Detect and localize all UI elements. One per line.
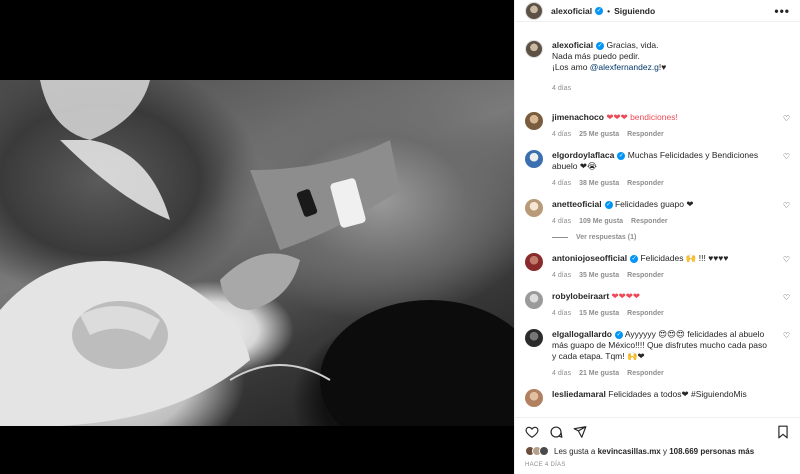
comment-time: 4 días (552, 310, 572, 317)
comment-text: Felicidades a todos❤ #SiguiendoMis (608, 389, 747, 399)
comment-avatar[interactable] (525, 150, 543, 168)
comment-text: ❤❤❤ bendiciones! (606, 112, 678, 122)
verified-icon: ✓ (630, 254, 639, 263)
comment-username[interactable]: elgordoylaflaca (552, 150, 614, 160)
likes-middle: y (660, 446, 670, 456)
comment-likes[interactable]: 35 Me gusta (579, 272, 619, 279)
post-panel: alexoficial ✓ • Siguiendo ••• alexoficia… (514, 0, 800, 474)
comment-time: 4 días (552, 180, 572, 187)
view-replies-button[interactable]: Ver respuestas (1) (552, 234, 790, 241)
caption: alexoficial ✓ Gracias, vida. Nada más pue… (525, 22, 790, 73)
comment-like-heart-icon[interactable]: ♡ (783, 293, 790, 302)
comments-list[interactable]: alexoficial ✓ Gracias, vida. Nada más pue… (515, 22, 800, 417)
comment-item: elgordoylaflaca ✓ Muchas Felicidades y Be… (525, 150, 790, 187)
comment-avatar[interactable] (525, 329, 543, 347)
liker-avatar (539, 446, 549, 456)
comment-icon[interactable] (549, 425, 563, 439)
reply-button[interactable]: Responder (627, 370, 664, 377)
follow-status-button[interactable]: Siguiendo (614, 6, 655, 16)
post-time-ago: HACE 4 DÍAS (525, 462, 566, 468)
heart-icon[interactable] (525, 425, 539, 439)
more-options-icon[interactable]: ••• (774, 4, 790, 18)
comment-username[interactable]: lesliedamaral (552, 389, 606, 399)
post-photo[interactable] (0, 80, 514, 426)
verified-icon: ✓ (596, 41, 605, 50)
view-replies-label[interactable]: Ver respuestas (1) (576, 234, 636, 241)
bookmark-icon[interactable] (776, 425, 790, 439)
comment-text: Felicidades 🙌 !!! ♥♥♥♥ (640, 253, 729, 263)
comment-avatar[interactable] (525, 291, 543, 309)
post-actions-bar: Les gusta a kevincasillas.mx y 108.669 p… (515, 417, 800, 474)
reply-button[interactable]: Responder (627, 272, 664, 279)
caption-line-1: Gracias, vida. (606, 40, 659, 50)
comment-item: lesliedamaral Felicidades a todos❤ #Sigu… (525, 389, 790, 407)
share-icon[interactable] (573, 425, 587, 439)
comment-item: elgallogallardo ✓ Ayyyyyy 😍😍😍 felicidades… (525, 329, 790, 377)
caption-username[interactable]: alexoficial (552, 40, 593, 50)
comment-avatar[interactable] (525, 389, 543, 407)
comment-item: jimenachoco ❤❤❤ bendiciones! 4 días 25 Me… (525, 112, 790, 138)
comment-likes[interactable]: 21 Me gusta (579, 370, 619, 377)
reply-button[interactable]: Responder (631, 218, 668, 225)
comment-avatar[interactable] (525, 112, 543, 130)
author-avatar[interactable] (525, 1, 543, 20)
comment-like-heart-icon[interactable]: ♡ (783, 114, 790, 123)
comment-username[interactable]: antoniojoseofficial (552, 253, 627, 263)
likes-count-link[interactable]: 108.669 personas más (669, 447, 754, 456)
comment-time: 4 días (552, 218, 572, 225)
reply-button[interactable]: Responder (627, 310, 664, 317)
comment-like-heart-icon[interactable]: ♡ (783, 255, 790, 264)
action-icons (525, 418, 790, 446)
comment-avatar[interactable] (525, 253, 543, 271)
comment-avatar[interactable] (525, 199, 543, 217)
comment-like-heart-icon[interactable]: ♡ (783, 201, 790, 210)
caption-time: 4 días (552, 85, 572, 92)
photo-illustration (0, 80, 514, 426)
reply-button[interactable]: Responder (627, 131, 664, 138)
verified-icon: ✓ (604, 200, 613, 209)
comment-item: anetteoficial ✓ Felicidades guapo ❤ 4 día… (525, 199, 790, 225)
comment-item: robylobeiraart ❤❤❤❤ 4 días 15 Me gusta Res… (525, 291, 790, 317)
photo-area (0, 0, 514, 474)
comment-text: ❤❤❤❤ (611, 291, 641, 301)
likes-prefix: Les gusta a (554, 446, 598, 456)
caption-mention-link[interactable]: @alexfernandez.g (590, 62, 659, 72)
verified-icon: ✓ (617, 151, 626, 160)
comment-likes[interactable]: 109 Me gusta (579, 218, 623, 225)
comment-text: Felicidades guapo ❤ (614, 199, 694, 209)
comment-time: 4 días (552, 272, 572, 279)
separator-dot: • (607, 5, 611, 16)
likes-user-link[interactable]: kevincasillas.mx (598, 447, 661, 456)
comment-username[interactable]: elgallogallardo (552, 329, 612, 339)
caption-line-2: Nada más puedo pedir. (552, 51, 640, 61)
comment-time: 4 días (552, 370, 572, 377)
comment-item: antoniojoseofficial ✓ Felicidades 🙌 !!! ♥… (525, 253, 790, 279)
comment-likes[interactable]: 25 Me gusta (579, 131, 619, 138)
verified-icon: ✓ (615, 330, 623, 339)
comment-username[interactable]: jimenachoco (552, 112, 604, 122)
comment-time: 4 días (552, 131, 572, 138)
comment-likes[interactable]: 38 Me gusta (579, 180, 619, 187)
replies-line (552, 237, 568, 238)
comment-like-heart-icon[interactable]: ♡ (783, 152, 790, 161)
verified-icon: ✓ (595, 6, 604, 15)
post-header: alexoficial ✓ • Siguiendo ••• (515, 0, 800, 22)
comment-username[interactable]: robylobeiraart (552, 291, 609, 301)
caption-meta: 4 días (552, 85, 790, 92)
comment-like-heart-icon[interactable]: ♡ (783, 331, 790, 340)
comment-username[interactable]: anetteoficial (552, 199, 602, 209)
caption-line-3-prefix: ¡Los amo (552, 62, 590, 72)
likes-summary: Les gusta a kevincasillas.mx y 108.669 p… (525, 446, 790, 456)
comment-likes[interactable]: 15 Me gusta (579, 310, 619, 317)
caption-line-3-suffix: !♥ (658, 62, 667, 72)
reply-button[interactable]: Responder (627, 180, 664, 187)
caption-avatar[interactable] (525, 40, 543, 58)
author-username[interactable]: alexoficial (551, 6, 592, 16)
